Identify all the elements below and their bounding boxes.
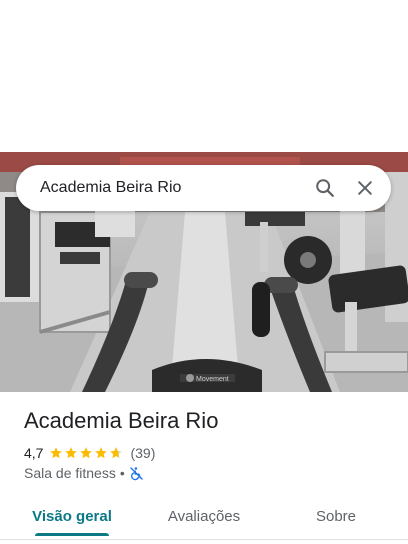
close-button[interactable]	[345, 165, 385, 211]
top-map-area	[0, 0, 408, 152]
tab-about[interactable]: Sobre	[290, 492, 382, 540]
search-button[interactable]	[305, 165, 345, 211]
star-icon	[50, 447, 63, 459]
rating-value: 4,7	[24, 445, 44, 461]
star-icon	[110, 447, 123, 459]
search-icon	[316, 179, 334, 197]
category-row: Sala de fitness •	[24, 464, 144, 482]
separator: •	[119, 465, 125, 481]
star-icon	[65, 447, 78, 459]
star-icon	[80, 447, 93, 459]
wheelchair-accessibility-icon	[130, 466, 143, 480]
star-icon	[95, 447, 108, 459]
review-count[interactable]: (39)	[130, 445, 155, 461]
console-brand-text: Movement	[196, 376, 229, 383]
search-bar[interactable]: Academia Beira Rio	[16, 165, 391, 211]
place-title: Academia Beira Rio	[24, 408, 219, 433]
active-tab-indicator	[35, 533, 109, 536]
rating-row[interactable]: 4,7 (39)	[24, 444, 155, 462]
close-icon	[358, 181, 372, 195]
search-query[interactable]: Academia Beira Rio	[40, 179, 305, 197]
place-category: Sala de fitness	[24, 465, 116, 481]
tab-reviews[interactable]: Avaliações	[156, 492, 252, 540]
rating-stars	[49, 446, 124, 460]
